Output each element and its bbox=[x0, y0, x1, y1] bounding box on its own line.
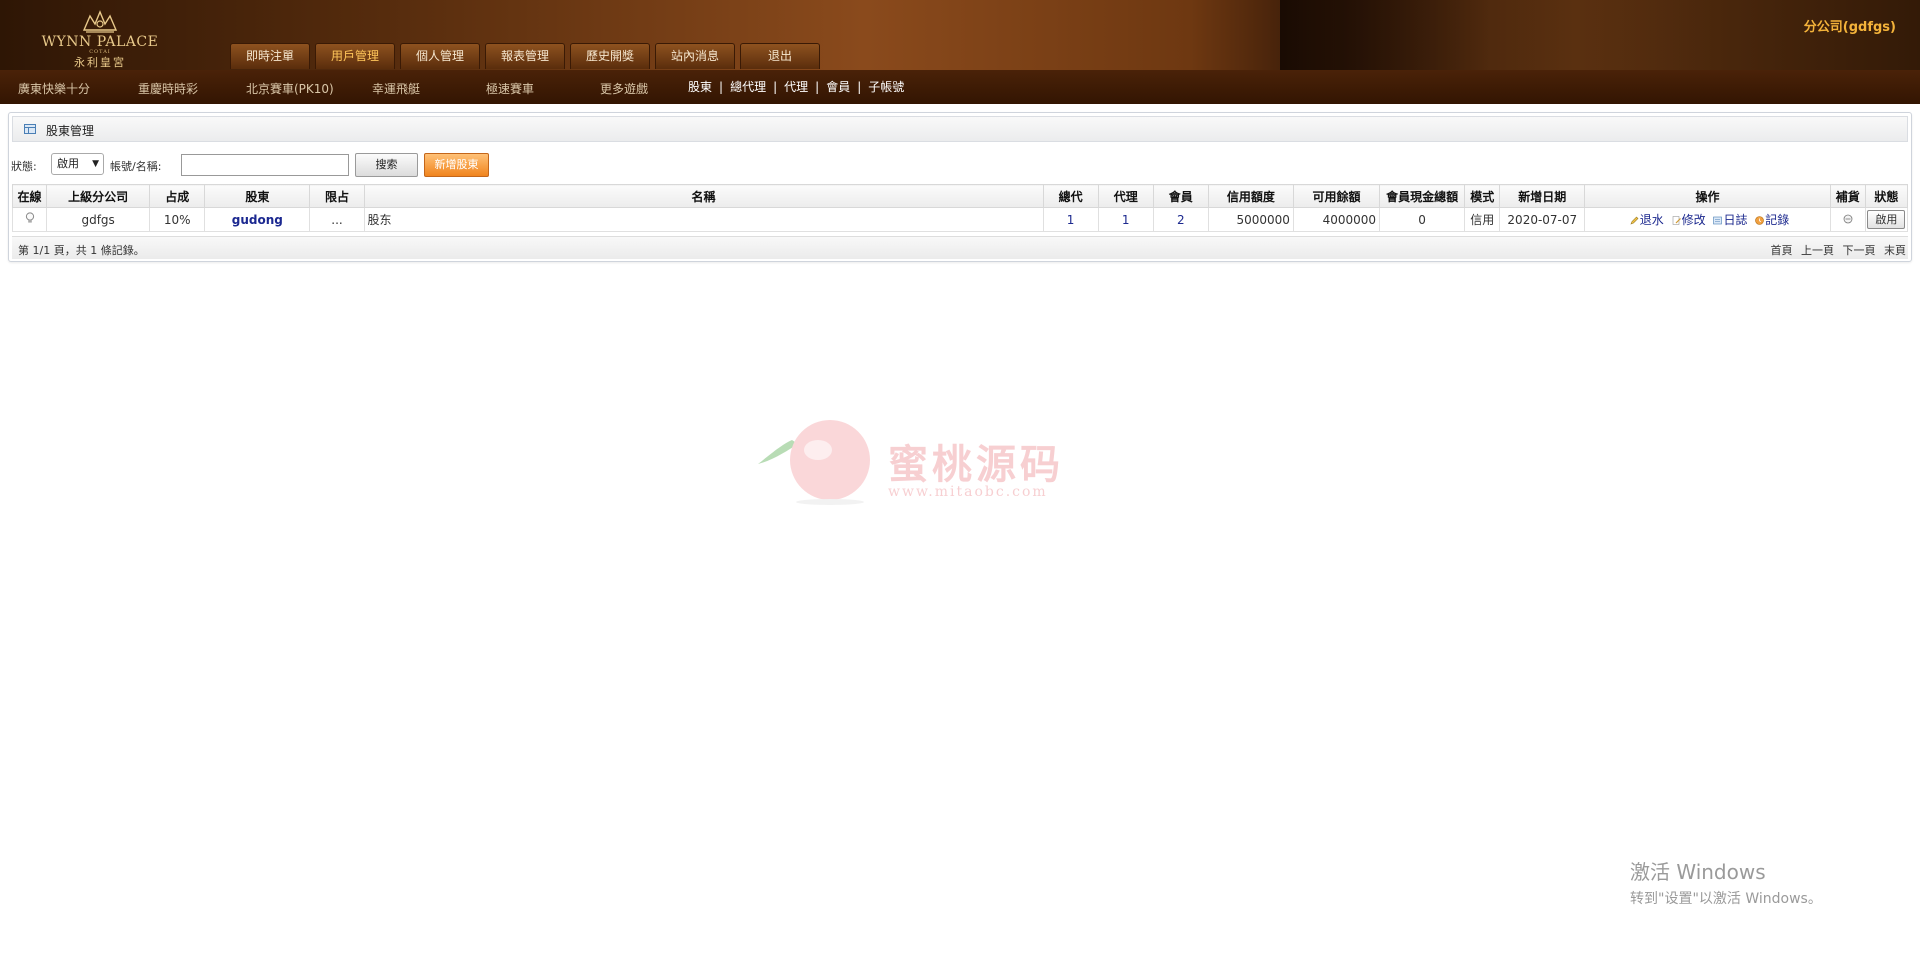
next-page-link[interactable]: 下一頁 bbox=[1843, 244, 1876, 257]
nav-personal-management[interactable]: 個人管理 bbox=[400, 43, 480, 69]
table-icon bbox=[24, 124, 36, 134]
nav-user-management[interactable]: 用戶管理 bbox=[315, 43, 395, 69]
panel-title: 股東管理 bbox=[46, 124, 95, 138]
game-bar: 廣東快樂十分 重慶時時彩 北京賽車(PK10) 幸運飛艇 極速賽車 更多遊戲 股… bbox=[0, 70, 1920, 104]
status-select[interactable]: 啟用 ▼ bbox=[51, 153, 104, 175]
account-label: 帳號/名稱: bbox=[110, 160, 162, 173]
state-cell: 啟用 bbox=[1864, 207, 1909, 232]
pager: 首頁 上一頁 下一頁 末頁 bbox=[1766, 242, 1907, 258]
link-agent[interactable]: 代理 bbox=[784, 78, 808, 95]
log-action[interactable]: 日誌 bbox=[1713, 213, 1747, 227]
nav-draw-history[interactable]: 歷史開獎 bbox=[570, 43, 650, 69]
shareholder-panel: 股東管理 狀態: 啟用 ▼ 帳號/名稱: 搜索 新增股東 在線 上級分公司 占成… bbox=[8, 112, 1912, 262]
nav-report-management[interactable]: 報表管理 bbox=[485, 43, 565, 69]
col-available: 可用餘額 bbox=[1292, 184, 1381, 208]
link-shareholder[interactable]: 股東 bbox=[688, 78, 712, 95]
add-shareholder-button[interactable]: 新增股東 bbox=[424, 153, 489, 177]
table-header-row: 在線 上級分公司 占成 股東 限占 名稱 總代 代理 會員 信用額度 可用餘額 … bbox=[11, 184, 1909, 208]
col-actions: 操作 bbox=[1584, 184, 1831, 208]
game-link-lucky-airship[interactable]: 幸運飛艇 bbox=[372, 80, 420, 97]
link-general-agent[interactable]: 總代理 bbox=[730, 78, 766, 95]
main-nav: 即時注單 用戶管理 個人管理 報表管理 歷史開獎 站內消息 退出 bbox=[230, 43, 825, 69]
rebate-action[interactable]: 退水 bbox=[1630, 213, 1664, 227]
nav-live-bets[interactable]: 即時注單 bbox=[230, 43, 310, 69]
lightbulb-icon bbox=[25, 212, 34, 223]
status-label: 狀態: bbox=[11, 160, 37, 173]
col-general-agents: 總代 bbox=[1042, 184, 1099, 208]
log-icon bbox=[1713, 216, 1723, 225]
col-agents: 代理 bbox=[1097, 184, 1154, 208]
nav-logout[interactable]: 退出 bbox=[740, 43, 820, 69]
pencil-icon bbox=[1630, 216, 1639, 225]
online-cell bbox=[11, 207, 48, 232]
col-name: 名稱 bbox=[363, 184, 1044, 208]
game-link-more-games[interactable]: 更多遊戲 bbox=[600, 80, 648, 97]
game-link-gd-happy10[interactable]: 廣東快樂十分 bbox=[18, 80, 90, 97]
game-link-cq-ssc[interactable]: 重慶時時彩 bbox=[138, 80, 198, 97]
shareholder-table: 在線 上級分公司 占成 股東 限占 名稱 總代 代理 會員 信用額度 可用餘額 … bbox=[11, 184, 1909, 232]
chevron-down-icon: ▼ bbox=[92, 159, 99, 169]
state-toggle-button[interactable]: 啟用 bbox=[1867, 210, 1906, 229]
search-input[interactable] bbox=[181, 154, 349, 176]
link-member[interactable]: 會員 bbox=[826, 78, 850, 95]
col-parent-company: 上級分公司 bbox=[46, 184, 151, 208]
col-cash-total: 會員現金總額 bbox=[1379, 184, 1466, 208]
col-date: 新增日期 bbox=[1499, 184, 1586, 208]
col-shareholder: 股東 bbox=[204, 184, 311, 208]
restock-icon[interactable] bbox=[1843, 214, 1853, 224]
edit-icon bbox=[1672, 216, 1681, 225]
table-row: gdfgs 10% gudong ... 股东 1 1 2 5000000 40… bbox=[11, 207, 1909, 232]
wynn-palace-logo: WYNN PALACE COTAI 永利皇宮 bbox=[30, 10, 170, 69]
mode-cell: 信用 bbox=[1464, 207, 1501, 232]
user-type-links: 股東 | 總代理 | 代理 | 會員 | 子帳號 bbox=[688, 78, 905, 95]
first-page-link[interactable]: 首頁 bbox=[1771, 244, 1793, 257]
date-cell: 2020-07-07 bbox=[1499, 207, 1586, 232]
table-footer: 第 1/1 頁，共 1 條記錄。 首頁 上一頁 下一頁 末頁 bbox=[12, 236, 1908, 259]
peach-icon bbox=[758, 420, 870, 505]
agents-cell[interactable]: 1 bbox=[1097, 207, 1154, 232]
limit-cell[interactable]: ... bbox=[309, 207, 365, 232]
game-link-speed-racing[interactable]: 極速賽車 bbox=[486, 80, 534, 97]
parent-cell: gdfgs bbox=[46, 207, 151, 232]
link-sub-account[interactable]: 子帳號 bbox=[868, 78, 904, 95]
cash-total-cell: 0 bbox=[1379, 207, 1466, 232]
record-icon bbox=[1755, 216, 1765, 225]
nav-messages[interactable]: 站內消息 bbox=[655, 43, 735, 69]
col-state: 狀態 bbox=[1864, 184, 1909, 208]
share-cell: 10% bbox=[149, 207, 206, 232]
record-action[interactable]: 記錄 bbox=[1755, 213, 1789, 227]
crown-icon bbox=[82, 10, 118, 33]
credit-cell: 5000000 bbox=[1207, 207, 1294, 232]
account-cell[interactable]: gudong bbox=[204, 207, 311, 232]
col-share: 占成 bbox=[149, 184, 206, 208]
members-cell[interactable]: 2 bbox=[1152, 207, 1209, 232]
watermark: 蜜桃源码 www.mitaobc.com bbox=[752, 410, 1072, 506]
restock-cell bbox=[1829, 207, 1866, 232]
panel-header: 股東管理 bbox=[12, 116, 1908, 142]
top-header: WYNN PALACE COTAI 永利皇宮 分公司(gdfgs) 即時注單 用… bbox=[0, 0, 1920, 70]
col-members: 會員 bbox=[1152, 184, 1209, 208]
last-page-link[interactable]: 末頁 bbox=[1884, 244, 1906, 257]
col-credit: 信用額度 bbox=[1207, 184, 1294, 208]
page-info: 第 1/1 頁，共 1 條記錄。 bbox=[18, 244, 145, 257]
available-cell: 4000000 bbox=[1292, 207, 1381, 232]
prev-page-link[interactable]: 上一頁 bbox=[1801, 244, 1834, 257]
col-mode: 模式 bbox=[1464, 184, 1501, 208]
company-label: 分公司(gdfgs) bbox=[1803, 20, 1896, 35]
windows-activation-notice: 激活 Windows 转到"设置"以激活 Windows。 bbox=[1630, 860, 1822, 907]
actions-cell: 退水 修改 日誌 記錄 bbox=[1584, 207, 1831, 232]
col-restock: 補貨 bbox=[1829, 184, 1866, 208]
game-link-bj-pk10[interactable]: 北京賽車(PK10) bbox=[246, 80, 334, 97]
name-cell: 股东 bbox=[363, 207, 1044, 232]
search-button[interactable]: 搜索 bbox=[355, 153, 418, 177]
col-limit: 限占 bbox=[309, 184, 365, 208]
edit-action[interactable]: 修改 bbox=[1672, 213, 1706, 227]
general-agents-cell[interactable]: 1 bbox=[1042, 207, 1099, 232]
col-online: 在線 bbox=[11, 184, 48, 208]
